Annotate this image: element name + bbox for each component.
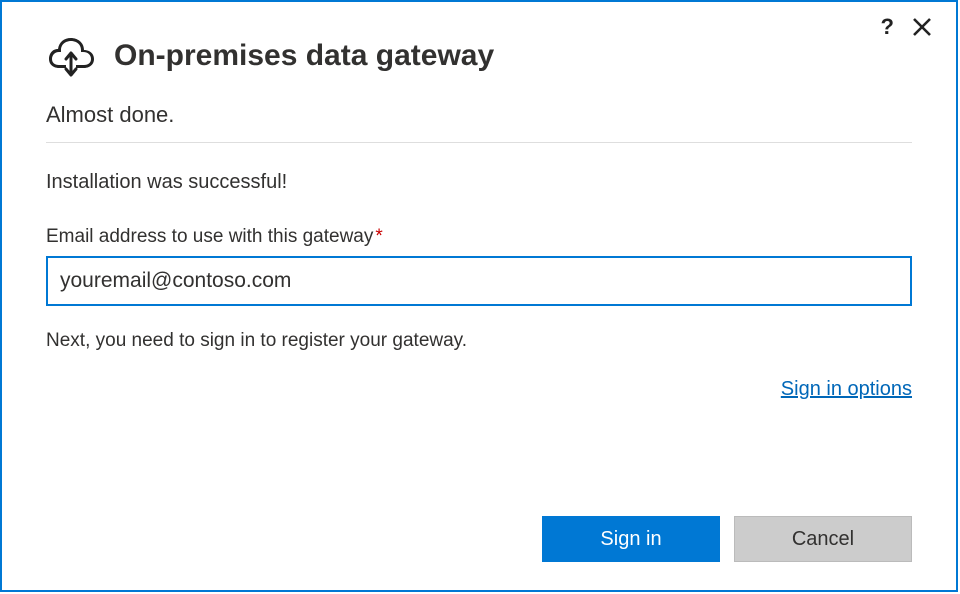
signin-options-link[interactable]: Sign in options (781, 378, 912, 400)
close-icon[interactable] (912, 17, 932, 37)
header-row: On-premises data gateway (46, 34, 912, 78)
dialog-content: On-premises data gateway Almost done. In… (2, 2, 956, 401)
cloud-icon (46, 34, 96, 78)
email-label: Email address to use with this gateway* (46, 226, 912, 248)
subtitle: Almost done. (46, 102, 912, 128)
titlebar-controls: ? (881, 14, 932, 40)
button-row: Sign in Cancel (542, 516, 912, 562)
gateway-dialog: ? On-premises data gateway Almost done. … (0, 0, 958, 592)
email-label-text: Email address to use with this gateway (46, 226, 373, 247)
help-icon[interactable]: ? (881, 14, 894, 40)
app-title: On-premises data gateway (114, 39, 494, 73)
divider (46, 142, 912, 143)
signin-button[interactable]: Sign in (542, 516, 720, 562)
cancel-button[interactable]: Cancel (734, 516, 912, 562)
required-indicator: * (375, 226, 382, 247)
signin-options-row: Sign in options (46, 378, 912, 401)
email-field[interactable] (46, 256, 912, 306)
signin-info: Next, you need to sign in to register yo… (46, 330, 912, 352)
install-status: Installation was successful! (46, 171, 912, 194)
